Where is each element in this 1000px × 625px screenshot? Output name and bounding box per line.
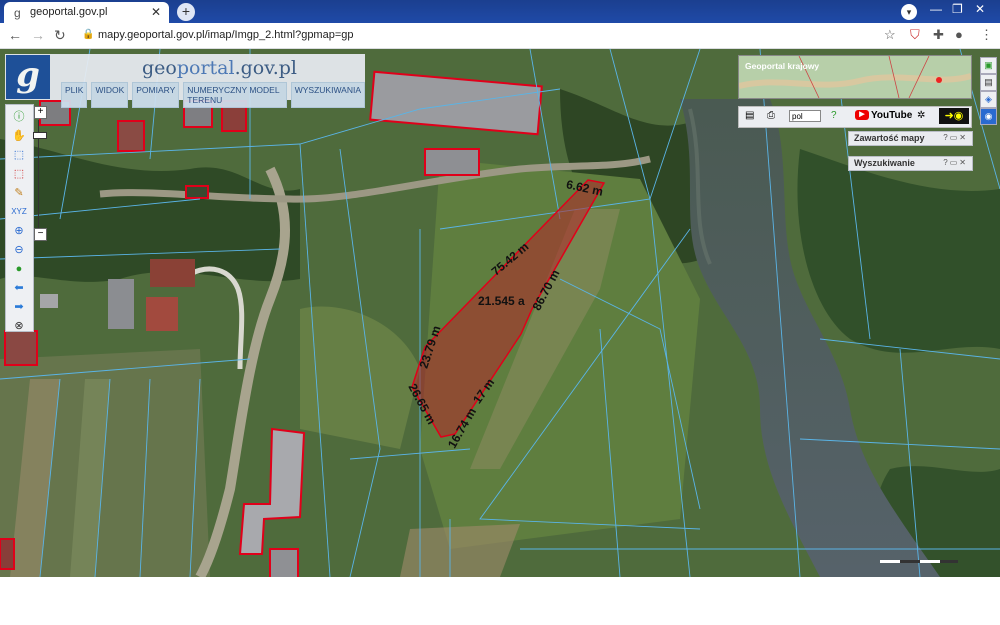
panel-title: Wyszukiwanie — [854, 158, 915, 168]
menu-pomiary[interactable]: POMIARY — [132, 82, 180, 108]
printer-icon[interactable]: ⎙ — [767, 110, 775, 121]
zoom-slider-handle[interactable] — [33, 132, 47, 139]
roof — [108, 279, 134, 329]
browser-menu-icon[interactable]: ⋮ — [980, 27, 993, 43]
menu-widok[interactable]: WIDOK — [91, 82, 129, 108]
building — [269, 548, 299, 577]
visibility-toggle-icon[interactable]: ◉ — [980, 108, 997, 125]
browser-tab[interactable]: ɡ geoportal.gov.pl ✕ — [4, 2, 169, 23]
panel-controls-icon[interactable]: ?▭✕ — [943, 158, 968, 167]
zoom-slider[interactable]: + − — [32, 104, 47, 242]
title-part-domain: .gov.pl — [234, 57, 297, 79]
extensions-puzzle-icon[interactable]: ✚ — [933, 27, 944, 43]
panel-zawartosc-mapy[interactable]: Zawartość mapy ?▭✕ — [848, 131, 973, 146]
zoom-in-icon[interactable]: ⊕ — [11, 224, 27, 238]
url-field[interactable]: mapy.geoportal.gov.pl/imap/Imgp_2.html?g… — [98, 29, 354, 41]
panel-controls-icon[interactable]: ?▭✕ — [943, 133, 968, 142]
roof — [146, 297, 178, 331]
pan-hand-icon[interactable]: ✋ — [11, 129, 27, 143]
address-bar-row: ← → ↻ 🔒 mapy.geoportal.gov.pl/imap/Imgp_… — [0, 23, 1000, 49]
new-tab-button[interactable]: + — [177, 3, 195, 21]
parcel-area-label: 21.545 a — [478, 294, 525, 308]
top-toolstrip: ▤ ⎙ pol ? ▶ YouTube ✲ ➜◉ — [738, 106, 972, 128]
building — [117, 120, 145, 152]
roof — [150, 259, 195, 287]
high-contrast-icon[interactable]: ➜◉ — [939, 108, 969, 124]
extension-shield-icon[interactable]: ⛉ — [910, 27, 920, 43]
coordinates-icon[interactable]: XYZ — [11, 205, 27, 219]
reset-icon[interactable]: ⊗ — [11, 319, 27, 333]
overview-toggle-icon[interactable]: ▣ — [980, 57, 997, 74]
building — [4, 330, 38, 366]
youtube-label: YouTube — [871, 110, 913, 121]
maximize-button[interactable]: ❐ — [952, 2, 963, 16]
geoportal-logo[interactable]: g — [6, 55, 50, 99]
accessibility-icon[interactable]: ✲ — [917, 110, 925, 121]
scale-toggle-icon[interactable]: ▤ — [980, 74, 997, 91]
select-area-icon[interactable]: ⬚ — [11, 148, 27, 162]
menu-plik[interactable]: PLIK — [61, 82, 88, 108]
building — [185, 185, 209, 199]
building — [0, 538, 15, 570]
youtube-link[interactable]: ▶ YouTube — [855, 110, 912, 121]
app-title: geoportal.gov.pl — [142, 57, 297, 79]
zoom-minus-button[interactable]: − — [34, 228, 47, 241]
field-bottom — [400, 524, 520, 577]
draw-pencil-icon[interactable]: ✎ — [11, 186, 27, 200]
language-select[interactable]: pol — [789, 110, 821, 122]
zoom-plus-button[interactable]: + — [34, 106, 47, 119]
building — [424, 148, 480, 176]
orthophoto-map[interactable] — [0, 49, 1000, 577]
next-view-icon[interactable]: ➡ — [11, 300, 27, 314]
menu-numeryczny-model-terenu[interactable]: NUMERYCZNY MODEL TERENU — [183, 82, 287, 108]
close-window-button[interactable]: ✕ — [975, 2, 985, 16]
panel-wyszukiwanie[interactable]: Wyszukiwanie ?▭✕ — [848, 156, 973, 171]
info-icon[interactable]: ⓘ — [11, 110, 27, 124]
map-canvas[interactable]: 6.62 m 75.42 m 86.70 m 21.545 a 23.79 m … — [0, 49, 1000, 577]
roof — [40, 294, 58, 308]
clear-selection-icon[interactable]: ⬚ — [11, 167, 27, 181]
minimize-button[interactable]: — — [930, 2, 942, 16]
title-part-geo: geo — [142, 57, 177, 79]
back-icon[interactable]: ← — [8, 27, 22, 43]
site-favicon-icon: ɡ — [14, 6, 21, 20]
profile-avatar-icon[interactable]: ● — [955, 27, 963, 42]
forward-icon[interactable]: → — [31, 27, 45, 43]
title-part-portal: portal — [176, 57, 235, 79]
youtube-play-icon: ▶ — [855, 110, 869, 121]
overview-label: Geoportal krajowy — [745, 61, 820, 71]
menu-wyszukiwania[interactable]: WYSZUKIWANIA — [290, 82, 365, 108]
print-icon[interactable]: ▤ — [745, 110, 754, 121]
layers-toggle-icon[interactable]: ◈ — [980, 91, 997, 108]
overview-map[interactable]: Geoportal krajowy — [738, 55, 972, 99]
tab-close-icon[interactable]: ✕ — [151, 5, 161, 19]
app-header-panel: g geoportal.gov.pl PLIK WIDOK POMIARY NU… — [5, 54, 365, 108]
full-extent-globe-icon[interactable]: ● — [11, 262, 27, 276]
main-menu: PLIK WIDOK POMIARY NUMERYCZNY MODEL TERE… — [61, 82, 365, 108]
map-tools-toolbar: ⓘ ✋ ⬚ ⬚ ✎ XYZ ⊕ ⊖ ● ⬅ ➡ ⊗ — [5, 104, 34, 332]
panel-title: Zawartość mapy — [854, 133, 925, 143]
previous-view-icon[interactable]: ⬅ — [11, 281, 27, 295]
reload-icon[interactable]: ↻ — [54, 27, 66, 44]
browser-tab-bar: ɡ geoportal.gov.pl ✕ + ▾ — ❐ ✕ — [0, 0, 1000, 23]
help-icon[interactable]: ? — [831, 110, 837, 121]
tab-search-icon[interactable]: ▾ — [901, 4, 917, 20]
scale-bar — [880, 560, 958, 563]
lock-icon[interactable]: 🔒 — [82, 29, 94, 40]
tab-title: geoportal.gov.pl — [30, 6, 108, 18]
zoom-out-icon[interactable]: ⊖ — [11, 243, 27, 257]
bookmark-star-icon[interactable]: ☆ — [884, 27, 896, 43]
